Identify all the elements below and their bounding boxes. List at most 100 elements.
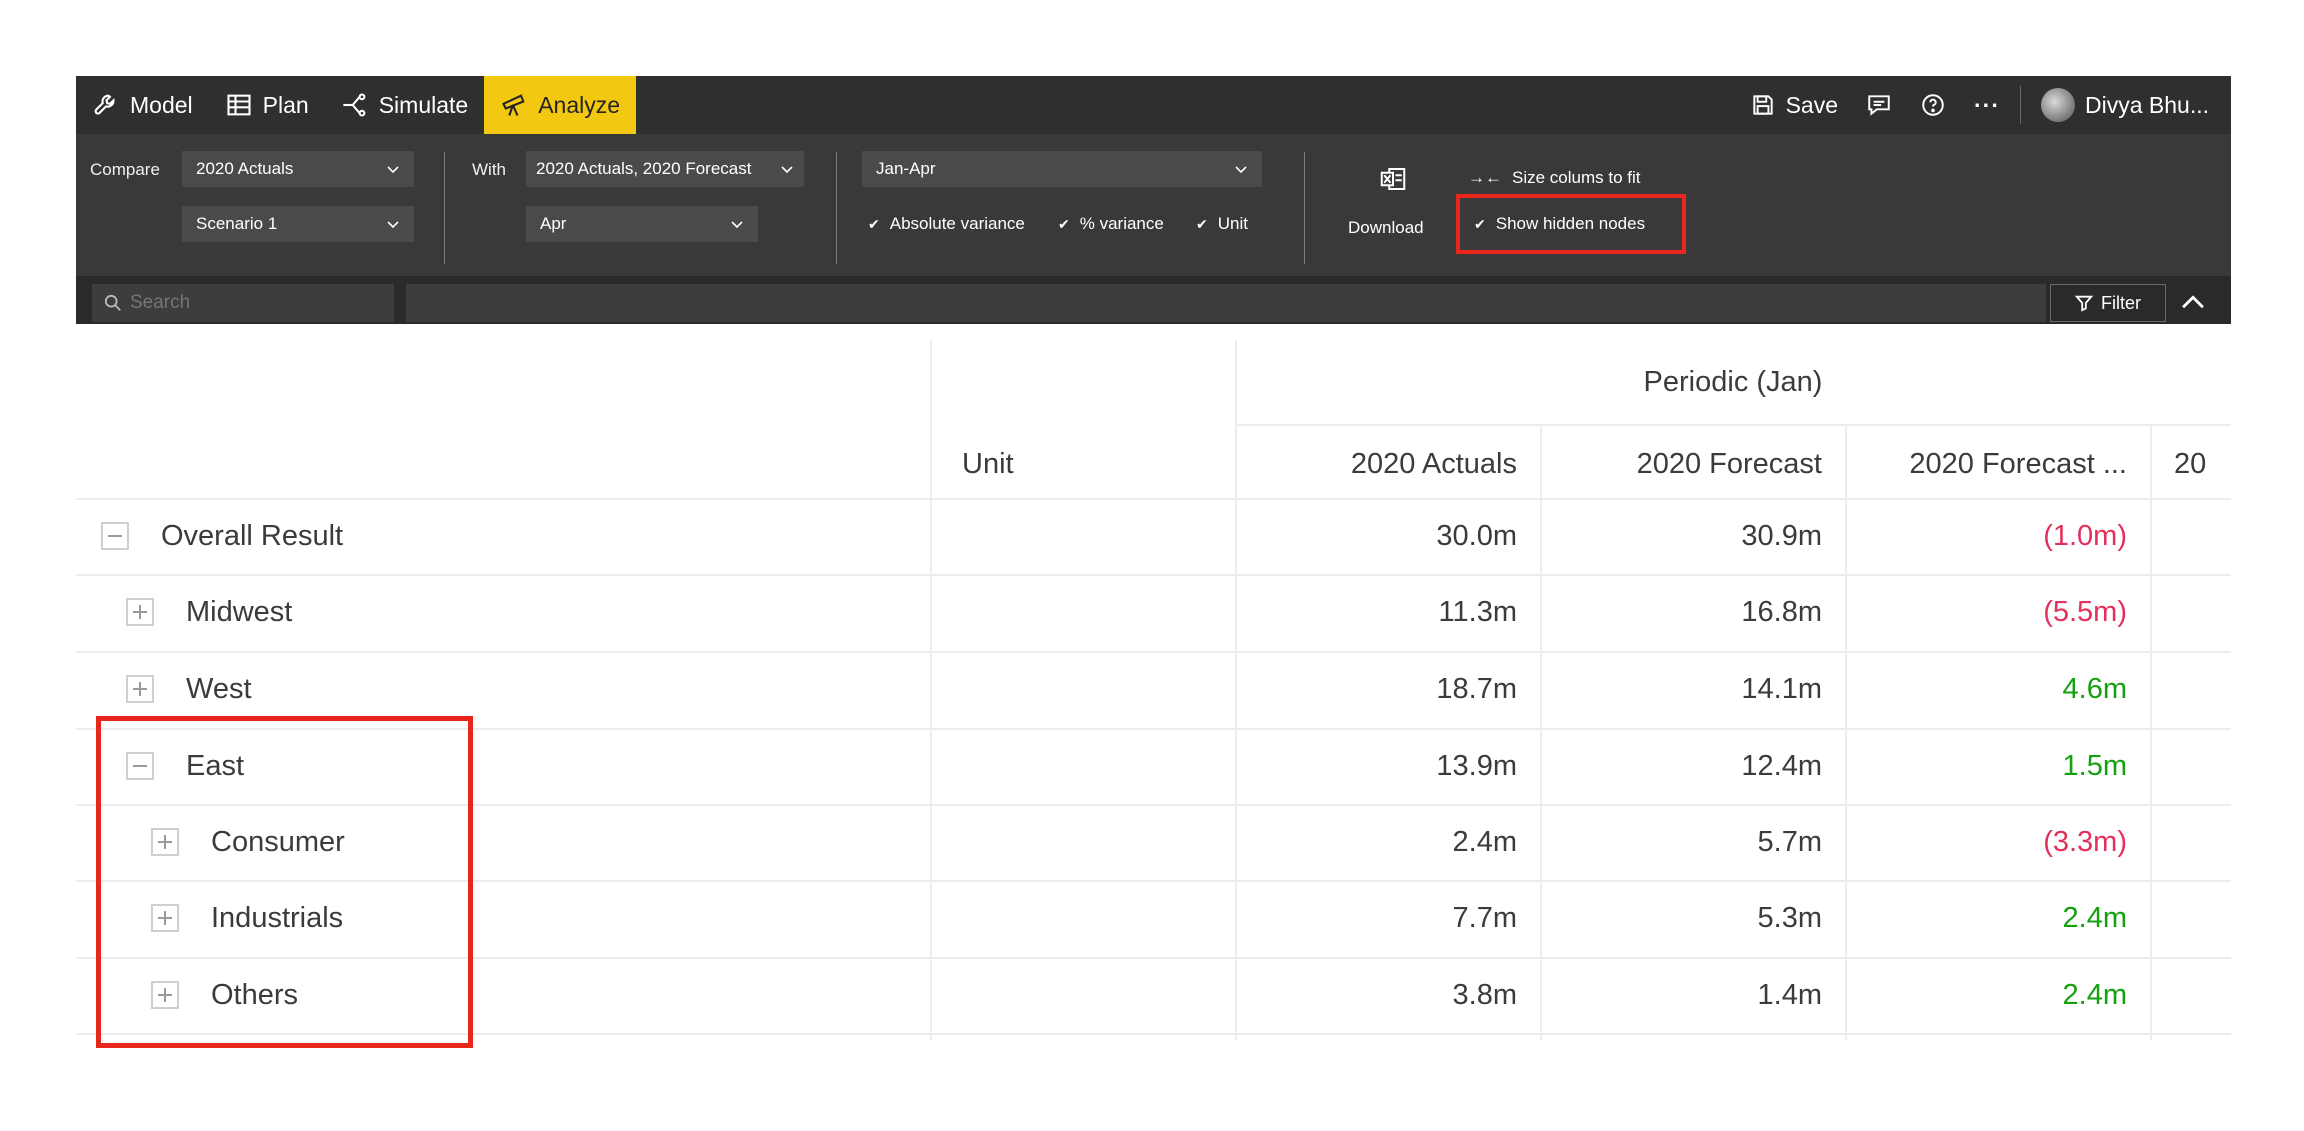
top-nav-bar: Model Plan Simulate Analyze Save ··· Div… [76,76,2231,134]
app-window: Model Plan Simulate Analyze Save ··· Div… [76,76,2231,324]
save-label: Save [1785,91,1839,118]
row-divider [76,651,2231,653]
unit-checkbox[interactable]: ✔ Unit [1196,214,1248,234]
column-divider [930,340,932,1040]
cell-actuals: 7.7m [1452,901,1517,934]
analyze-ribbon: Compare 2020 Actuals Scenario 1 With 202… [76,134,2231,276]
row-divider [76,574,2231,576]
wrench-icon [94,94,115,115]
size-columns-label: Size colums to fit [1512,168,1641,187]
ribbon-separator [1304,152,1305,264]
row-label: Overall Result [161,519,344,552]
cell-actuals: 11.3m [1438,595,1517,628]
filter-expression-field[interactable] [406,284,2046,322]
percent-variance-label: % variance [1079,214,1164,233]
expand-toggle[interactable] [126,598,154,626]
size-columns-button[interactable]: →← Size colums to fit [1468,168,1641,188]
chevron-down-icon [731,221,743,229]
row-divider [76,498,2231,500]
help-button[interactable] [1906,92,1960,118]
user-name: Divya Bhu... [2085,91,2209,118]
checkmark-icon: ✔ [1058,215,1070,232]
user-profile[interactable]: Divya Bhu... [2027,88,2231,122]
more-options-label: ··· [1974,91,2000,118]
nav-model[interactable]: Model [76,76,209,134]
expand-toggle[interactable] [126,675,154,703]
range-dropdown[interactable]: Jan-Apr [862,151,1262,187]
column-group-header: Periodic (Jan) [1643,365,1823,398]
column-header[interactable]: 20 [2174,436,2231,492]
download-label: Download [1348,218,1424,237]
download-button[interactable]: Download [1348,156,1448,256]
column-header[interactable]: 2020 Actuals [1235,436,1517,492]
nav-simulate-label: Simulate [378,91,469,118]
cell-variance: (1.0m) [2043,519,2127,552]
search-input[interactable] [92,284,394,322]
save-button[interactable]: Save [1736,92,1852,119]
topbar-separator [2020,86,2021,124]
cell-variance: (3.3m) [2043,825,2127,858]
chevron-down-icon [781,166,793,174]
checkmark-icon: ✔ [1196,215,1208,232]
ribbon-separator [836,152,837,264]
excel-icon [1380,168,1406,190]
cell-variance: 1.5m [2062,749,2127,782]
row-divider [1235,424,2231,426]
show-hidden-highlight [1456,194,1686,254]
topbar-actions: Save ··· Divya Bhu... [1736,76,2231,134]
compare-value: 2020 Actuals [196,159,294,178]
column-header[interactable]: 2020 Forecast ... [1845,436,2127,492]
scenario-dropdown[interactable]: Scenario 1 [182,206,414,242]
column-header[interactable]: 2020 Forecast [1540,436,1822,492]
with-dropdown[interactable]: 2020 Actuals, 2020 Forecast [526,151,804,187]
cell-actuals: 3.8m [1452,978,1517,1011]
scenario-value: Scenario 1 [196,214,278,233]
east-subtree-highlight [96,716,473,1048]
absolute-variance-checkbox[interactable]: ✔ Absolute variance [868,214,1025,234]
more-options-button[interactable]: ··· [1960,92,2014,119]
month-dropdown[interactable]: Apr [526,206,758,242]
comment-icon [1868,95,1890,116]
cell-forecast: 5.7m [1757,825,1822,858]
cell-forecast: 16.8m [1741,595,1822,628]
nav-analyze[interactable]: Analyze [484,76,637,134]
absolute-variance-label: Absolute variance [889,214,1025,233]
ribbon-separator [444,152,445,264]
telescope-icon [502,94,525,116]
help-icon [1922,94,1944,116]
with-value: 2020 Actuals, 2020 Forecast [536,159,752,178]
row-label: Midwest [186,595,293,628]
size-to-fit-icon: →← [1468,168,1502,187]
column-divider [2150,424,2152,1040]
row-label: West [186,672,252,705]
search-bar: Filter [76,276,2231,324]
percent-variance-checkbox[interactable]: ✔ % variance [1058,214,1164,234]
unit-checkbox-label: Unit [1217,214,1248,233]
filter-button[interactable]: Filter [2050,284,2166,322]
cell-actuals: 18.7m [1436,672,1517,705]
search-icon [104,294,121,311]
cell-forecast: 1.4m [1757,978,1822,1011]
nav-analyze-label: Analyze [538,91,621,118]
nav-plan[interactable]: Plan [209,76,325,134]
cell-variance: (5.5m) [2043,595,2127,628]
avatar [2041,88,2075,122]
comments-button[interactable] [1852,92,1906,118]
nav-model-label: Model [130,91,193,118]
funnel-icon [2075,295,2093,312]
chevron-up-icon[interactable] [2176,286,2210,320]
nav-plan-label: Plan [262,91,309,118]
compare-dropdown[interactable]: 2020 Actuals [182,151,414,187]
cell-variance: 2.4m [2062,978,2127,1011]
nav-simulate[interactable]: Simulate [325,76,484,134]
unit-column-header[interactable]: Unit [962,436,1222,492]
cell-variance: 4.6m [2062,672,2127,705]
cell-forecast: 5.3m [1757,901,1822,934]
simulate-icon [343,93,366,117]
with-label: With [472,160,506,179]
filter-label: Filter [2101,292,2141,313]
cell-variance: 2.4m [2062,901,2127,934]
chevron-down-icon [387,221,399,229]
collapse-toggle[interactable] [101,522,129,550]
save-icon [1752,95,1773,115]
